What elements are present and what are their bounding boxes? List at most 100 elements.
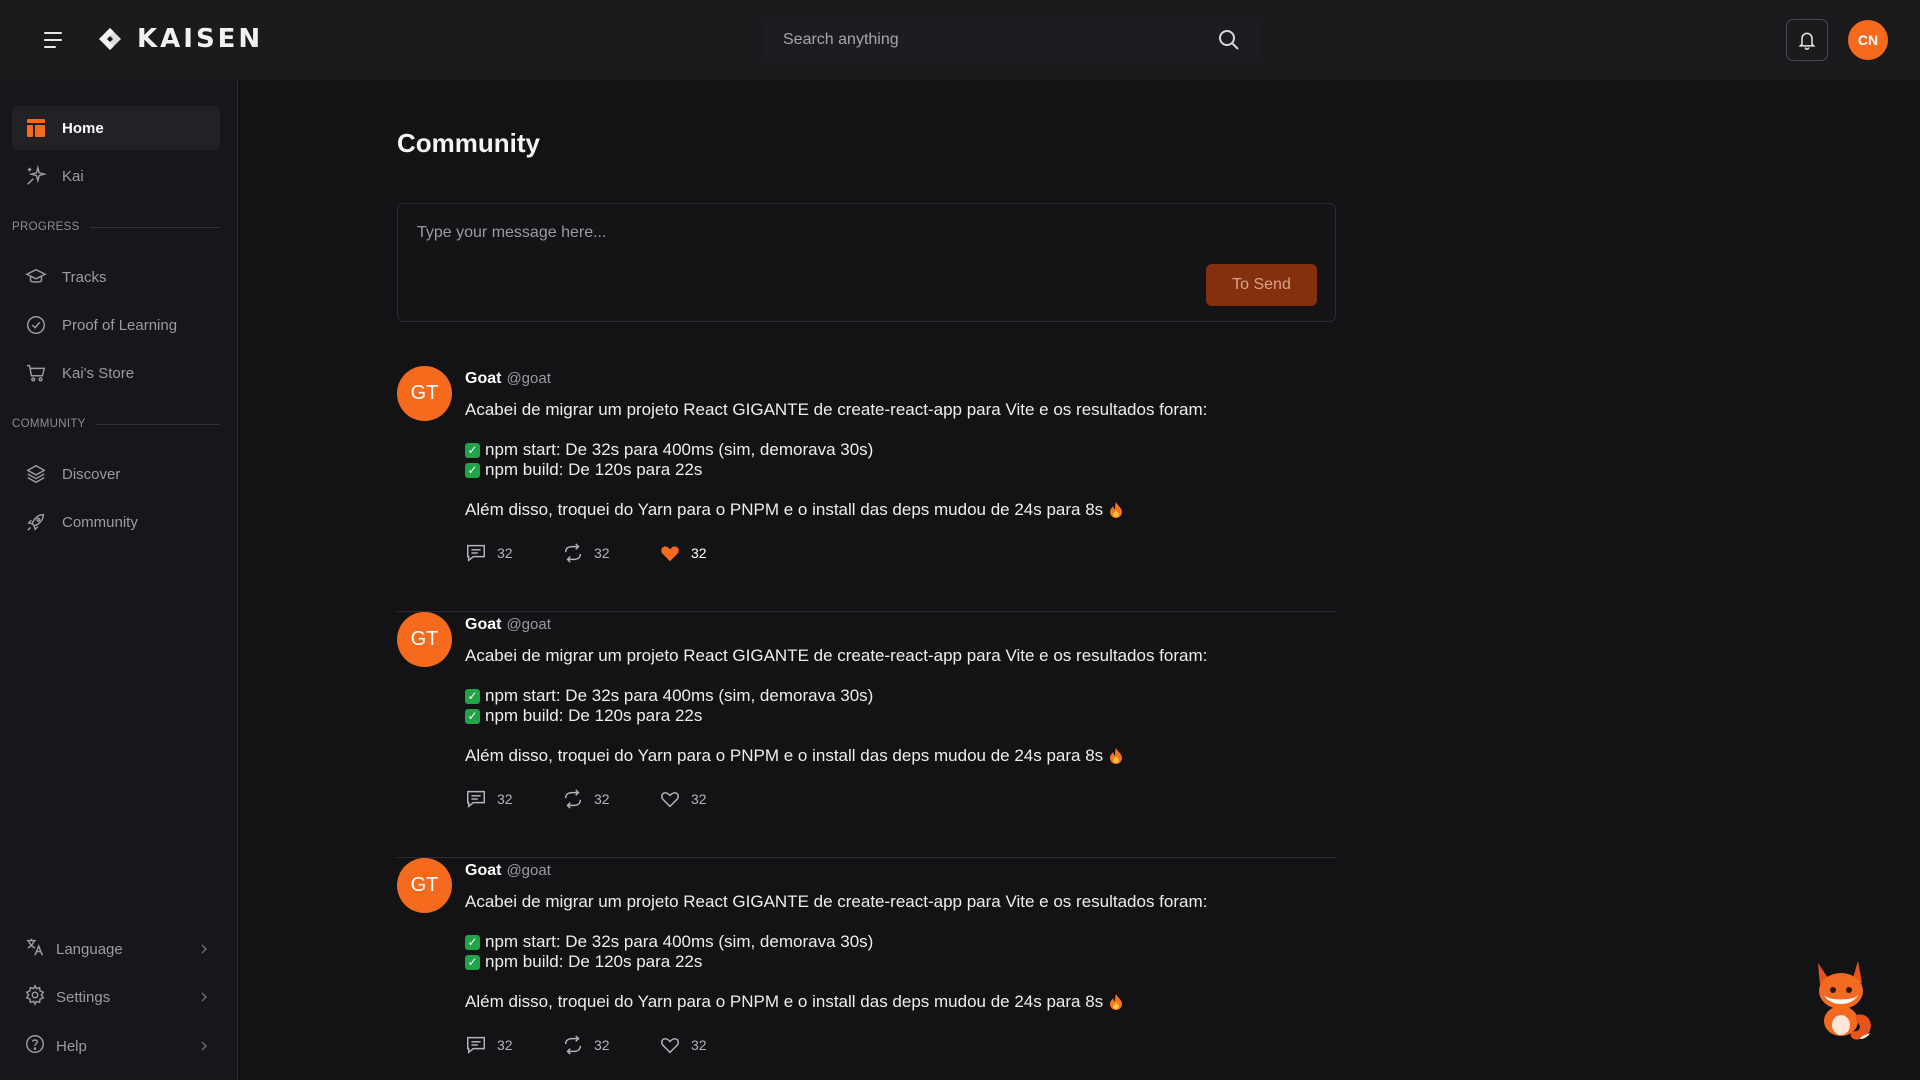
repost-count: 32 bbox=[594, 1037, 610, 1053]
like-button[interactable]: 32 bbox=[659, 1034, 756, 1056]
fire-icon bbox=[1110, 502, 1123, 518]
user-avatar[interactable]: CN bbox=[1848, 20, 1888, 60]
repost-button[interactable]: 32 bbox=[562, 1034, 659, 1056]
page-title: Community bbox=[397, 128, 540, 158]
sidebar-item-label: Kai bbox=[62, 167, 84, 185]
check-mark-icon: ✓ bbox=[465, 934, 480, 950]
author-name[interactable]: Goat bbox=[465, 616, 501, 634]
help-icon bbox=[24, 1033, 46, 1059]
sidebar-item-label: Settings bbox=[56, 988, 111, 1006]
comment-button[interactable]: 32 bbox=[465, 788, 562, 810]
notifications-button[interactable] bbox=[1786, 19, 1828, 61]
sidebar-item-settings[interactable]: Settings bbox=[12, 977, 212, 1017]
post-text: Além disso, troquei do Yarn para o PNPM … bbox=[465, 746, 1123, 766]
comment-button[interactable]: 32 bbox=[465, 542, 562, 564]
heart-icon bbox=[661, 1038, 679, 1054]
post-composer: To Send bbox=[397, 203, 1336, 322]
repost-icon bbox=[564, 543, 582, 563]
sidebar-item-kai[interactable]: Kai bbox=[12, 154, 220, 198]
repost-button[interactable]: 32 bbox=[562, 542, 659, 564]
brand-logo[interactable]: KAISEN bbox=[95, 24, 263, 54]
post-actions: 32 32 32 bbox=[465, 542, 756, 564]
section-community: COMMUNITY bbox=[12, 418, 220, 430]
post-avatar[interactable]: GT bbox=[397, 858, 452, 913]
post-check-line: ✓ npm start: De 32s para 400ms (sim, demo… bbox=[465, 932, 873, 952]
post-text-line: Além disso, troquei do Yarn para o PNPM … bbox=[465, 500, 1104, 519]
message-input[interactable] bbox=[398, 204, 1335, 284]
post-check-line: ✓ npm start: De 32s para 400ms (sim, demo… bbox=[465, 440, 873, 460]
sidebar-item-label: Discover bbox=[62, 465, 121, 483]
like-count: 32 bbox=[691, 791, 707, 807]
top-bar: KAISEN CN bbox=[0, 0, 1920, 80]
section-progress: PROGRESS bbox=[12, 221, 220, 233]
menu-icon[interactable] bbox=[33, 24, 73, 56]
sidebar-item-community[interactable]: Community bbox=[12, 500, 220, 544]
section-progress-label: PROGRESS bbox=[12, 221, 80, 233]
like-button[interactable]: 32 bbox=[659, 542, 756, 564]
post-check-line: ✓ npm start: De 32s para 400ms (sim, demo… bbox=[465, 686, 873, 706]
check-mark-icon: ✓ bbox=[465, 688, 480, 704]
sparkles-icon bbox=[24, 164, 48, 188]
search-icon[interactable] bbox=[1217, 28, 1241, 52]
sidebar-item-help[interactable]: Help bbox=[12, 1026, 212, 1066]
author-name[interactable]: Goat bbox=[465, 862, 501, 880]
layers-icon bbox=[24, 462, 48, 486]
send-button[interactable]: To Send bbox=[1206, 264, 1317, 306]
post-text-line: Além disso, troquei do Yarn para o PNPM … bbox=[465, 746, 1104, 765]
comment-count: 32 bbox=[497, 791, 513, 807]
comment-button[interactable]: 32 bbox=[465, 1034, 562, 1056]
post-avatar[interactable]: GT bbox=[397, 612, 452, 667]
comment-icon bbox=[467, 544, 485, 562]
post-author: Goat @goat bbox=[465, 616, 551, 634]
post: GT Goat @goat Acabei de migrar um projet… bbox=[397, 612, 1336, 858]
post: GT Goat @goat Acabei de migrar um projet… bbox=[397, 858, 1336, 1080]
sidebar-item-language[interactable]: Language bbox=[12, 929, 212, 969]
post-text-line: npm build: De 120s para 22s bbox=[485, 706, 703, 725]
translate-icon bbox=[24, 936, 46, 962]
heart-icon bbox=[661, 792, 679, 808]
like-button[interactable]: 32 bbox=[659, 788, 756, 810]
sidebar-item-label: Kai's Store bbox=[62, 364, 135, 382]
post-actions: 32 32 32 bbox=[465, 788, 756, 810]
sidebar-item-kais-store[interactable]: Kai's Store bbox=[12, 351, 220, 395]
author-name[interactable]: Goat bbox=[465, 370, 501, 388]
chevron-right-icon bbox=[201, 1041, 208, 1051]
brand-name: KAISEN bbox=[137, 24, 264, 54]
post-text: Além disso, troquei do Yarn para o PNPM … bbox=[465, 992, 1123, 1012]
cart-icon bbox=[24, 361, 48, 385]
fox-mascot-icon[interactable] bbox=[1804, 955, 1878, 1043]
chevron-right-icon bbox=[201, 992, 208, 1002]
post-check-line: ✓ npm build: De 120s para 22s bbox=[465, 460, 702, 480]
sidebar-item-proof-of-learning[interactable]: Proof of Learning bbox=[12, 303, 220, 347]
search-input[interactable] bbox=[764, 18, 1204, 62]
post-text: Acabei de migrar um projeto React GIGANT… bbox=[465, 646, 1207, 666]
heart-filled-icon bbox=[661, 546, 679, 562]
post-text-line: Além disso, troquei do Yarn para o PNPM … bbox=[465, 992, 1104, 1011]
check-circle-icon bbox=[24, 313, 48, 337]
bell-icon bbox=[1798, 32, 1816, 50]
home-icon bbox=[24, 116, 48, 140]
sidebar-item-label: Community bbox=[62, 513, 138, 531]
comment-icon bbox=[467, 790, 485, 808]
author-handle: @goat bbox=[506, 616, 551, 633]
post-text-line: npm start: De 32s para 400ms (sim, demor… bbox=[485, 932, 874, 951]
post-check-line: ✓ npm build: De 120s para 22s bbox=[465, 706, 702, 726]
check-mark-icon: ✓ bbox=[465, 708, 480, 724]
gear-icon bbox=[24, 984, 46, 1010]
repost-icon bbox=[564, 1035, 582, 1055]
sidebar-item-discover[interactable]: Discover bbox=[12, 452, 220, 496]
repost-button[interactable]: 32 bbox=[562, 788, 659, 810]
graduation-cap-icon bbox=[24, 265, 48, 289]
post-text-line: npm build: De 120s para 22s bbox=[485, 952, 703, 971]
sidebar-item-label: Home bbox=[62, 119, 104, 137]
post-avatar[interactable]: GT bbox=[397, 366, 452, 421]
post-actions: 32 32 32 bbox=[465, 1034, 756, 1056]
section-community-label: COMMUNITY bbox=[12, 418, 86, 430]
sidebar-item-tracks[interactable]: Tracks bbox=[12, 255, 220, 299]
sidebar-item-home[interactable]: Home bbox=[12, 106, 220, 150]
post-author: Goat @goat bbox=[465, 862, 551, 880]
post-text: Acabei de migrar um projeto React GIGANT… bbox=[465, 892, 1207, 912]
post-text-line: Acabei de migrar um projeto React GIGANT… bbox=[465, 400, 1208, 419]
search-bar bbox=[764, 18, 1260, 62]
comment-count: 32 bbox=[497, 1037, 513, 1053]
